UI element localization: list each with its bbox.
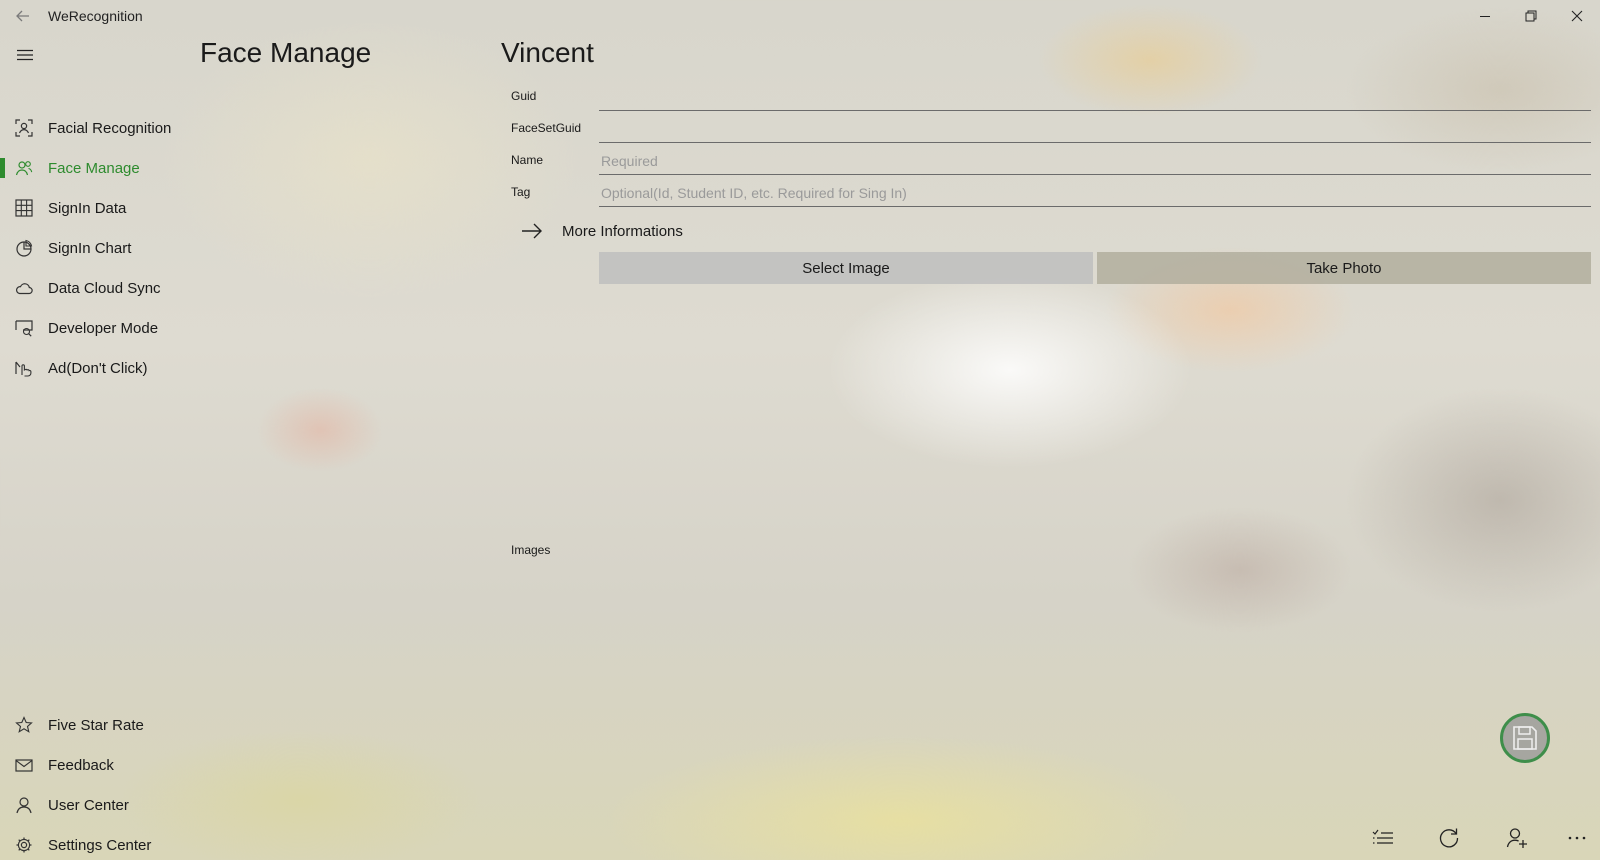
- more-informations-toggle[interactable]: More Informations: [519, 218, 683, 244]
- sidebar-item-label: SignIn Chart: [48, 239, 132, 257]
- pie-chart-icon: [14, 238, 34, 258]
- restore-button[interactable]: [1508, 0, 1554, 32]
- face-scan-icon: [14, 118, 34, 138]
- sidebar-item-label: Feedback: [48, 756, 114, 774]
- sidebar-item-label: Five Star Rate: [48, 716, 144, 734]
- grid-icon: [14, 198, 34, 218]
- star-icon: [14, 715, 34, 735]
- sidebar-item-settings-center[interactable]: Settings Center: [0, 825, 190, 860]
- guid-label: Guid: [511, 89, 537, 103]
- close-icon: [1571, 10, 1583, 22]
- guid-field[interactable]: [599, 83, 1591, 111]
- sidebar-item-label: Data Cloud Sync: [48, 279, 161, 297]
- facesetguid-label: FaceSetGuid: [511, 121, 582, 135]
- sidebar-item-signin-chart[interactable]: SignIn Chart: [0, 228, 190, 268]
- arrow-right-icon: [519, 221, 545, 241]
- person-name-heading: Vincent: [501, 37, 594, 68]
- sidebar-item-label: User Center: [48, 796, 129, 814]
- sidebar-item-signin-data[interactable]: SignIn Data: [0, 188, 190, 228]
- user-icon: [14, 795, 34, 815]
- sidebar-item-data-cloud-sync[interactable]: Data Cloud Sync: [0, 268, 190, 308]
- sidebar: Facial Recognition Face Manage SignIn Da…: [0, 32, 190, 860]
- sidebar-item-label: Face Manage: [48, 159, 140, 177]
- app-title: WeRecognition: [48, 8, 143, 24]
- sidebar-item-developer-mode[interactable]: Developer Mode: [0, 308, 190, 348]
- back-arrow-icon: [16, 10, 29, 22]
- active-indicator: [0, 158, 5, 178]
- more-icon: [1568, 836, 1586, 840]
- more-informations-label: More Informations: [562, 222, 683, 240]
- sidebar-item-label: Facial Recognition: [48, 119, 172, 137]
- gear-icon: [14, 835, 34, 855]
- add-user-icon: [1506, 828, 1527, 848]
- sidebar-item-label: SignIn Data: [48, 199, 127, 217]
- cloud-icon: [14, 278, 34, 298]
- add-user-button[interactable]: [1497, 820, 1537, 856]
- tag-field[interactable]: [599, 179, 1591, 207]
- checklist-icon: [1372, 829, 1393, 844]
- images-label: Images: [511, 543, 551, 557]
- back-button[interactable]: [10, 5, 36, 27]
- close-button[interactable]: [1554, 0, 1600, 32]
- sidebar-item-label: Ad(Don't Click): [48, 359, 148, 377]
- hamburger-menu-button[interactable]: [10, 42, 40, 68]
- minimize-button[interactable]: [1462, 0, 1508, 32]
- select-image-button[interactable]: Select Image: [599, 252, 1093, 284]
- refresh-button[interactable]: [1429, 820, 1469, 856]
- sidebar-item-user-center[interactable]: User Center: [0, 785, 190, 825]
- sidebar-item-label: Developer Mode: [48, 319, 159, 337]
- sidebar-item-five-star-rate[interactable]: Five Star Rate: [0, 705, 190, 745]
- save-icon: [1513, 726, 1537, 750]
- name-field[interactable]: [599, 147, 1591, 175]
- page-title: Face Manage: [200, 37, 372, 68]
- minimize-icon: [1480, 16, 1490, 17]
- hamburger-icon: [17, 49, 33, 61]
- more-options-button[interactable]: [1557, 820, 1597, 856]
- mail-icon: [14, 755, 34, 775]
- sidebar-item-ad[interactable]: Ad(Don't Click): [0, 348, 190, 388]
- sidebar-item-facial-recognition[interactable]: Facial Recognition: [0, 108, 190, 148]
- people-icon: [14, 158, 34, 178]
- sidebar-item-label: Settings Center: [48, 836, 152, 854]
- name-label: Name: [511, 153, 544, 167]
- restore-icon: [1525, 10, 1537, 22]
- save-button[interactable]: [1500, 713, 1550, 763]
- ad-icon: [14, 358, 34, 378]
- facesetguid-field[interactable]: [599, 115, 1591, 143]
- developer-icon: [14, 318, 34, 338]
- sidebar-item-face-manage[interactable]: Face Manage: [0, 148, 190, 188]
- sidebar-item-feedback[interactable]: Feedback: [0, 745, 190, 785]
- select-list-button[interactable]: [1363, 820, 1403, 856]
- title-bar: WeRecognition: [0, 0, 1600, 32]
- tag-label: Tag: [511, 185, 531, 199]
- take-photo-button[interactable]: Take Photo: [1097, 252, 1591, 284]
- refresh-icon: [1439, 828, 1459, 848]
